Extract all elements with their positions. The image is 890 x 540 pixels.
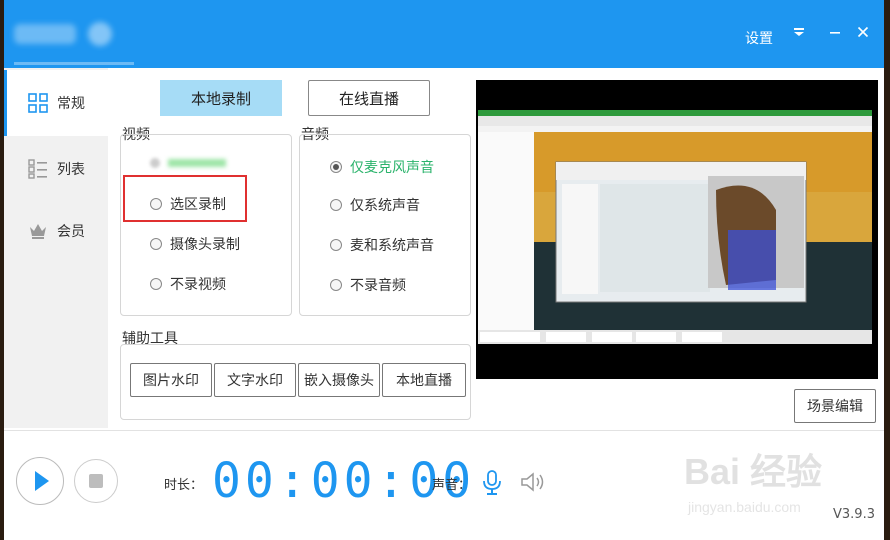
close-icon[interactable] <box>852 24 874 43</box>
radio-checked-icon <box>330 161 342 173</box>
version-label: V3.9.3 <box>833 507 875 522</box>
radio-icon <box>330 199 342 211</box>
option-label: 摄像头录制 <box>170 237 240 253</box>
text-watermark-button[interactable]: 文字水印 <box>214 363 296 397</box>
audio-option-system-only[interactable]: 仅系统声音 <box>330 195 420 215</box>
sidebar-item-vip[interactable]: 会员 <box>4 198 108 264</box>
option-label: 不录视频 <box>170 277 226 293</box>
scene-edit-button[interactable]: 场景编辑 <box>794 389 876 423</box>
app-window: 设置 常规 列表 会员 本地录制 在线直播 视频 选区录制 摄像头录制 不录视频… <box>4 0 884 540</box>
radio-icon <box>330 239 342 251</box>
crown-icon <box>30 224 46 239</box>
highlight-box <box>123 175 247 222</box>
online-live-tab[interactable]: 在线直播 <box>308 80 430 116</box>
sidebar-item-general[interactable]: 常规 <box>4 70 108 136</box>
radio-icon <box>150 278 162 290</box>
dropdown-menu-icon[interactable] <box>788 24 810 43</box>
play-button[interactable] <box>16 457 64 505</box>
list-icon <box>28 159 47 179</box>
sidebar-item-label: 列表 <box>57 162 85 178</box>
bottom-divider <box>4 430 884 431</box>
local-live-button[interactable]: 本地直播 <box>382 363 466 397</box>
app-logo-blurred <box>88 22 112 46</box>
title-bar: 设置 <box>4 0 884 68</box>
sidebar-item-label: 常规 <box>57 96 85 112</box>
video-option-none[interactable]: 不录视频 <box>150 274 226 294</box>
option-label: 仅系统声音 <box>350 198 420 214</box>
sidebar-item-label: 会员 <box>57 224 85 240</box>
audio-option-mic-only[interactable]: 仅麦克风声音 <box>330 157 434 177</box>
local-record-tab[interactable]: 本地录制 <box>160 80 282 116</box>
radio-icon <box>330 279 342 291</box>
minimize-icon[interactable] <box>824 24 846 43</box>
watermark-url: jingyan.baidu.com <box>687 499 801 515</box>
audio-option-none[interactable]: 不录音频 <box>330 275 406 295</box>
option-label: 麦和系统声音 <box>350 238 434 254</box>
embed-camera-button[interactable]: 嵌入摄像头 <box>298 363 380 397</box>
duration-label: 时长： <box>164 478 204 493</box>
stop-button[interactable] <box>74 459 118 503</box>
microphone-icon[interactable] <box>482 470 502 496</box>
video-option-camera[interactable]: 摄像头录制 <box>150 234 240 254</box>
option-label: 仅麦克风声音 <box>350 160 434 176</box>
settings-button[interactable]: 设置 <box>745 28 773 48</box>
screen-preview <box>476 80 878 379</box>
title-underline <box>14 62 134 65</box>
volume-label: 声音： <box>432 478 472 493</box>
app-title-blurred <box>14 24 76 44</box>
radio-icon <box>150 238 162 250</box>
sidebar: 常规 列表 会员 <box>4 68 108 428</box>
watermark-text: Bai 经验 <box>684 451 822 492</box>
grid-icon <box>28 93 48 113</box>
speaker-icon[interactable] <box>520 471 546 493</box>
play-icon <box>35 471 49 491</box>
audio-option-mic-and-system[interactable]: 麦和系统声音 <box>330 235 434 255</box>
option-label: 不录音频 <box>350 278 406 294</box>
sidebar-item-list[interactable]: 列表 <box>4 136 108 202</box>
video-option-blurred[interactable] <box>150 157 228 169</box>
image-watermark-button[interactable]: 图片水印 <box>130 363 212 397</box>
